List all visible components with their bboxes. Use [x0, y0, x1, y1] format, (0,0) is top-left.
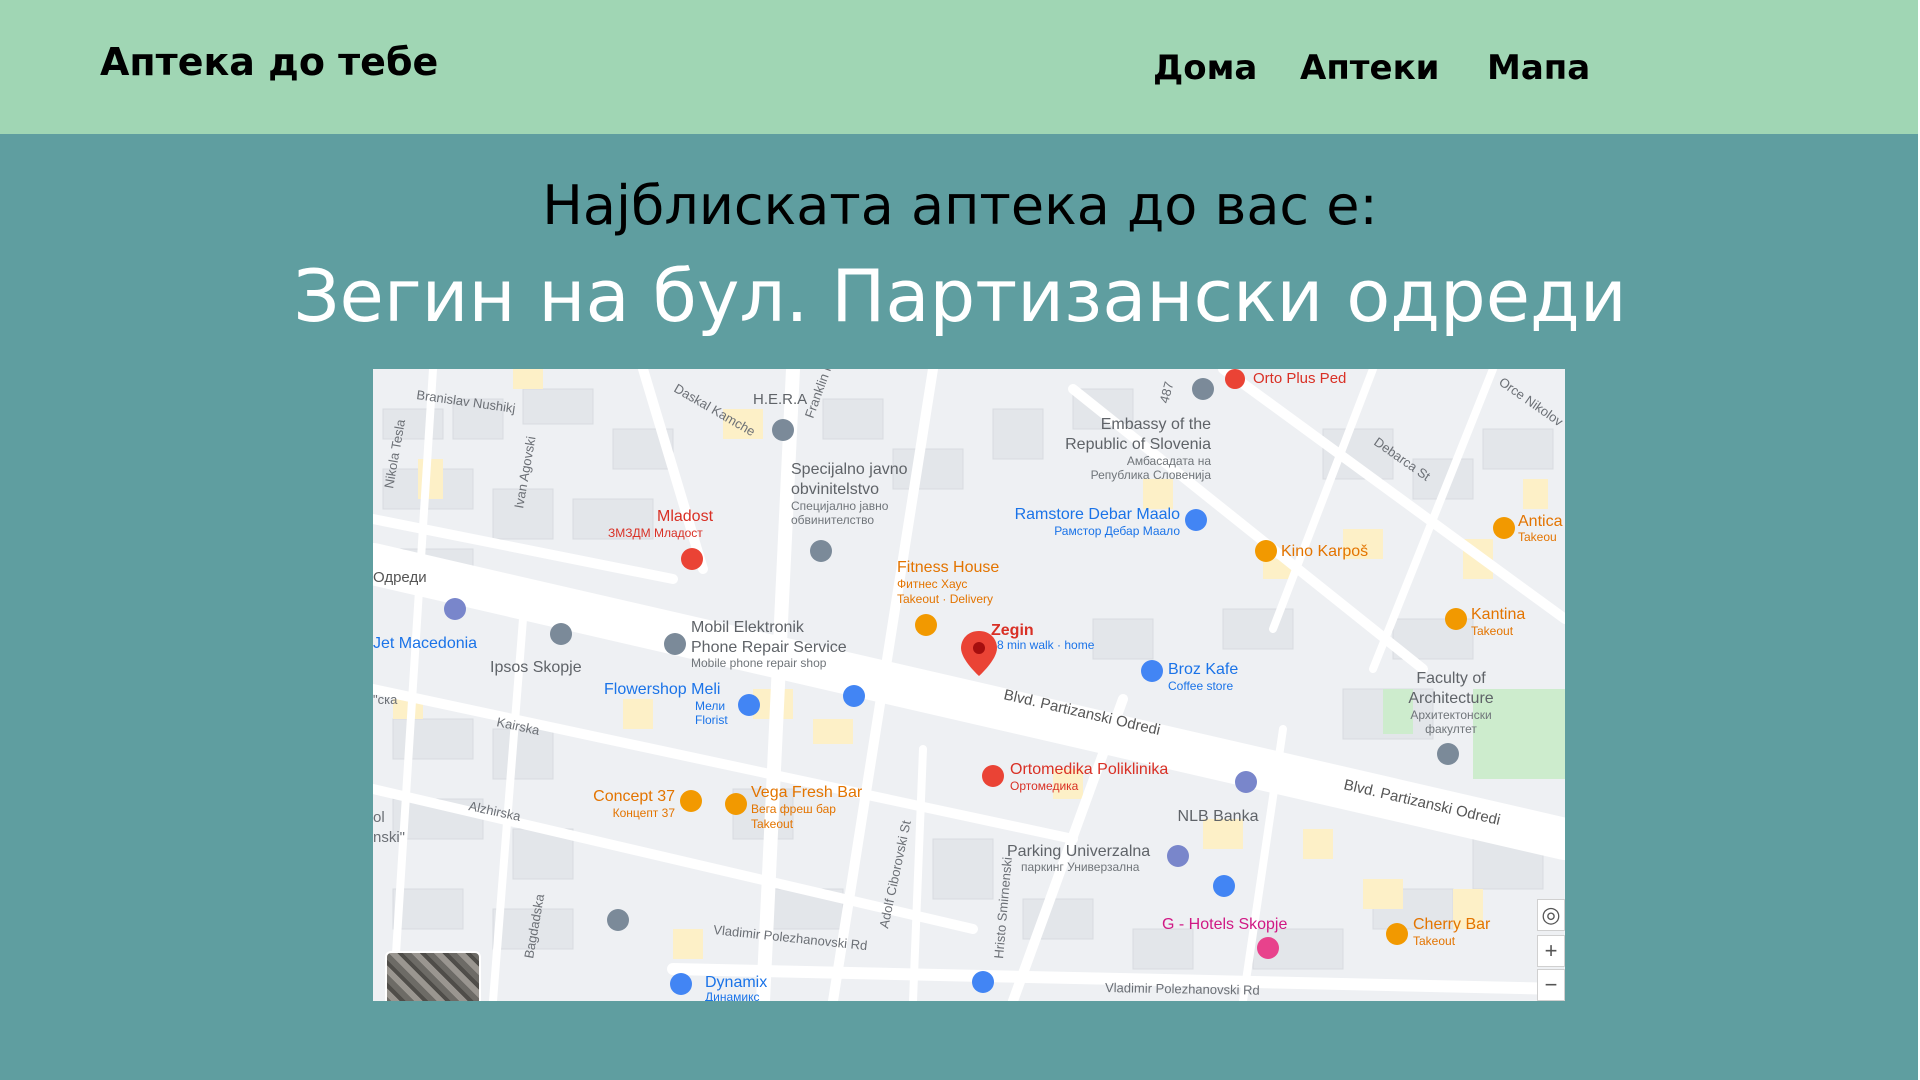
place-label: Вега фреш бар — [751, 802, 836, 816]
place-label: Мели — [695, 699, 725, 713]
place-label: Kino Karpoš — [1281, 543, 1368, 560]
place-label: Fitness House — [897, 559, 999, 576]
place-label: Takeout — [751, 817, 794, 831]
place-label: Florist — [695, 713, 728, 727]
place-label: Architecture — [1408, 690, 1493, 707]
nearest-pharmacy-name: Зегин на бул. Партизански одреди — [293, 254, 1627, 338]
street-label: Bagdadska — [521, 892, 547, 959]
header-bar: Аптека до тебе Дома Аптеки Мапа — [0, 0, 1920, 134]
place-label: Takeout — [1413, 934, 1456, 948]
place-label: Takeout — [1471, 624, 1514, 638]
street-label: Nikola Tesla — [381, 417, 408, 489]
place-label: обвинителство — [791, 513, 874, 527]
place-label: Специјално јавно — [791, 499, 889, 513]
place-label: Амбасадата на — [1127, 454, 1211, 468]
locate-icon[interactable]: ◎ — [1537, 899, 1565, 931]
street-label: nski" — [373, 829, 405, 846]
place-label: H.E.R.A — [753, 391, 807, 408]
place-label: Ramstore Debar Maalo — [1015, 506, 1181, 523]
place-label: Coffee store — [1168, 679, 1233, 693]
site-title[interactable]: Аптека до тебе — [100, 40, 438, 84]
street-label: ol — [373, 809, 385, 826]
nearest-pharmacy-heading: Најблиската аптека до вас е: — [542, 174, 1378, 237]
street-label: Kairska — [495, 714, 541, 738]
place-label: Embassy of the — [1101, 416, 1211, 433]
place-label: паркинг Универзална — [1021, 860, 1140, 874]
place-label: Phone Repair Service — [691, 639, 847, 656]
map-embed[interactable]: Branislav Nushikj Daskal Kamche Franklin… — [373, 369, 1565, 1001]
place-label: Dynamix — [705, 974, 767, 991]
street-label: Blvd. Partizanski Odredi — [1342, 776, 1502, 829]
place-label: ЗМЗДМ Младост — [608, 526, 703, 540]
place-label: Orto Plus Ped — [1253, 370, 1346, 387]
place-label: Broz Kafe — [1168, 661, 1238, 678]
place-label: Specijalno javno — [791, 461, 908, 478]
place-label: Takeout · Delivery — [897, 592, 993, 606]
place-label-zegin: Zegin — [991, 622, 1034, 639]
map-labels: Branislav Nushikj Daskal Kamche Franklin… — [373, 369, 1565, 1001]
street-label: 487 — [1156, 380, 1176, 405]
zoom-out-button[interactable]: − — [1537, 969, 1565, 1001]
street-label: Adolf Ciborovski St — [876, 819, 914, 930]
street-label: Orce Nikolov — [1496, 374, 1565, 429]
place-label: Jet Macedonia — [373, 635, 477, 652]
place-label: Mobil Elektronik — [691, 619, 805, 636]
place-label: факултет — [1425, 722, 1477, 736]
place-label: Република Словенија — [1091, 468, 1212, 482]
place-label: NLB Banka — [1178, 808, 1259, 825]
street-label: Hristo Smirnenski — [991, 856, 1015, 959]
street-label: Ivan Agovski — [511, 435, 538, 510]
place-label: Рамстор Дебар Маало — [1054, 524, 1180, 538]
street-label: Blvd. Partizanski Odredi — [1002, 686, 1162, 739]
place-label: Cherry Bar — [1413, 916, 1491, 933]
place-label: Concept 37 — [593, 788, 675, 805]
place-label: Фитнес Хаус — [897, 577, 967, 591]
place-label: Ipsos Skopje — [490, 659, 582, 676]
street-label: Vladimir Polezhanovski Rd — [1105, 980, 1260, 998]
street-label: Одреди — [373, 569, 427, 586]
place-label: Antica — [1518, 513, 1563, 530]
place-sub-zegin: 8 min walk · home — [997, 638, 1095, 652]
place-label: Ортомедика — [1010, 779, 1079, 793]
street-label: Branislav Nushikj — [416, 387, 517, 416]
street-label: Daskal Kamche — [672, 381, 758, 440]
street-label: Debarca St — [1371, 434, 1433, 484]
place-label: Динамикс — [705, 990, 759, 1001]
place-label: G - Hotels Skopje — [1162, 916, 1287, 933]
place-label: Parking Univerzalna — [1007, 843, 1150, 860]
place-label: Mobile phone repair shop — [691, 656, 827, 670]
place-label: Ortomedika Poliklinika — [1010, 761, 1168, 778]
place-label: Концепт 37 — [613, 806, 676, 820]
nav-pharmacies[interactable]: Аптеки — [1300, 48, 1439, 88]
place-label: Republic of Slovenia — [1065, 436, 1211, 453]
place-label: Takeou — [1518, 530, 1557, 544]
place-label: obvinitelstvo — [791, 481, 879, 498]
place-label: Vega Fresh Bar — [751, 784, 863, 801]
nav-map[interactable]: Мапа — [1487, 48, 1590, 88]
street-label: "ска — [373, 692, 398, 707]
place-label: Архитектонски — [1410, 708, 1491, 722]
place-label: Faculty of — [1416, 670, 1486, 687]
zoom-in-button[interactable]: + — [1537, 935, 1565, 967]
place-label: Kantina — [1471, 606, 1525, 623]
place-label: Flowershop Meli — [604, 681, 720, 698]
street-label: Alzhirska — [467, 798, 522, 824]
street-label: Vladimir Polezhanovski Rd — [713, 922, 868, 953]
place-label: Mladost — [657, 508, 714, 525]
satellite-layer-toggle[interactable] — [385, 951, 481, 1001]
nav-home[interactable]: Дома — [1153, 48, 1257, 88]
